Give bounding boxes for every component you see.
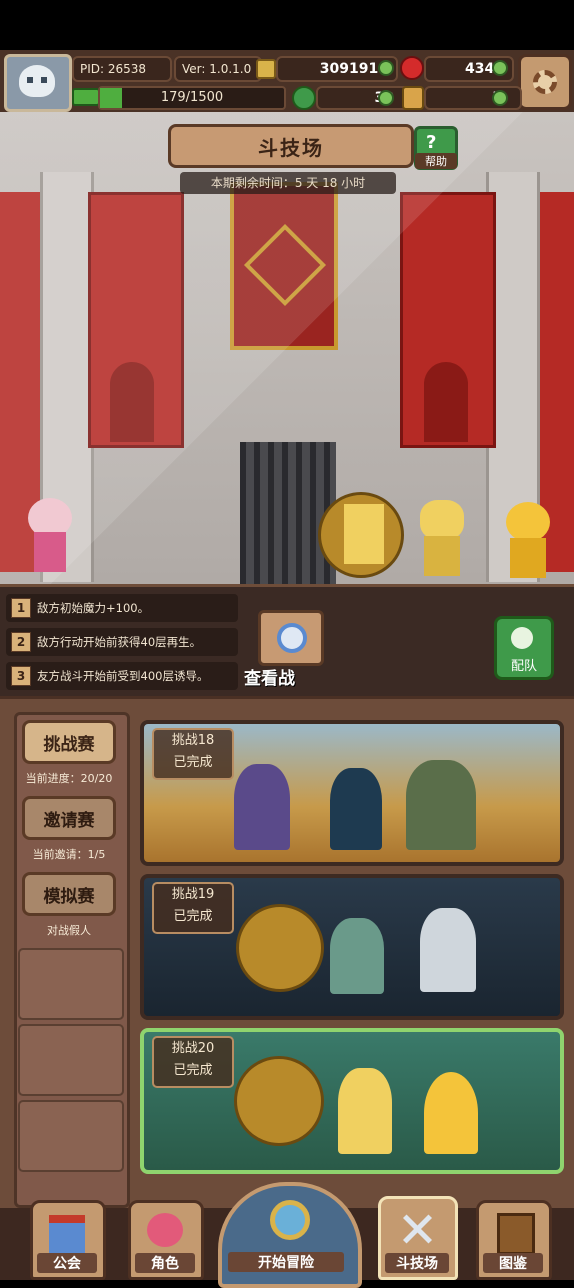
player-hud: PID: 26538 Ver: 1.0.1.0 3091916 4341 179… (0, 50, 574, 114)
rule-item: 2 敌方行动开始前获得40层再生。 (6, 628, 238, 656)
add-boost-icon[interactable] (492, 90, 508, 106)
rule-number: 3 (11, 666, 31, 686)
player-hero-sprite (18, 492, 82, 576)
nav-label: 图鉴 (483, 1253, 543, 1273)
team-icon (511, 627, 533, 649)
watch-battle-icon (258, 610, 324, 666)
nav-arena[interactable]: 斗技场 (378, 1196, 458, 1280)
enemy-sprite (420, 908, 476, 992)
challenge-card[interactable]: 挑战19 已完成 (140, 874, 564, 1020)
empty-slot (18, 948, 124, 1020)
nav-label: 公会 (37, 1253, 97, 1273)
rule-text: 友方战斗开始前受到400层诱导。 (37, 669, 209, 683)
nav-codex[interactable]: 图鉴 (476, 1200, 552, 1280)
rule-text: 敌方初始魔力+100。 (37, 601, 150, 615)
help-label: 帮助 (415, 153, 457, 169)
challenge-name: 挑战19 (171, 887, 215, 902)
enemy-sprite (234, 764, 290, 850)
challenge-status: 已完成 (173, 1063, 213, 1078)
simulation-mode-button[interactable]: 模拟赛 (22, 872, 116, 916)
stamina-bar: 179/1500 (98, 86, 286, 110)
settings-gear-icon[interactable] (518, 54, 572, 110)
question-icon: ? (426, 132, 437, 153)
invite-mode-button[interactable]: 邀请赛 (22, 796, 116, 840)
player-avatar[interactable] (4, 54, 72, 112)
guild-icon (49, 1215, 85, 1255)
challenge-card[interactable]: 挑战18 已完成 (140, 720, 564, 866)
character-icon (147, 1213, 183, 1247)
challenge-mode-button[interactable]: 挑战赛 (22, 720, 116, 764)
red-gem-icon (400, 56, 424, 80)
enemy-sprite (424, 1072, 478, 1154)
enemy-sprite-1 (318, 484, 404, 580)
enemy-sprite (406, 760, 476, 850)
challenge-status: 已完成 (173, 755, 213, 770)
enemy-sprite (330, 768, 382, 850)
challenge-tag: 挑战19 已完成 (152, 882, 234, 934)
team-label: 配队 (510, 659, 537, 674)
help-button[interactable]: ? 帮助 (414, 126, 458, 170)
watch-battle-button[interactable]: 查看战 (238, 604, 342, 689)
season-timer: 本期剩余时间：5 天 18 小时 (180, 172, 396, 194)
nav-label: 斗技场 (385, 1253, 449, 1273)
magnifier-icon (270, 1200, 310, 1240)
enemy-sprite (338, 1068, 392, 1154)
challenge-name: 挑战20 (171, 1041, 215, 1056)
simulation-caption: 对战假人 (47, 924, 91, 937)
enemy-sprite (236, 904, 324, 992)
rule-text: 敌方行动开始前获得40层再生。 (37, 635, 202, 649)
add-clover-icon[interactable] (378, 90, 394, 106)
add-gems-icon[interactable] (492, 60, 508, 76)
empty-slot (18, 1100, 124, 1172)
status-bar (0, 0, 574, 50)
challenge-status: 已完成 (173, 909, 213, 924)
clover-icon (292, 86, 316, 110)
version-label: Ver: 1.0.1.0 (174, 56, 262, 82)
challenge-tag: 挑战18 已完成 (152, 728, 234, 780)
watch-battle-label: 查看战 (244, 669, 295, 689)
empty-slot (18, 1024, 124, 1096)
rule-number: 2 (11, 632, 31, 652)
challenge-progress: 当前进度：20/20 (25, 772, 113, 785)
enemy-sprite (330, 918, 384, 994)
page-title: 斗技场 (168, 124, 414, 168)
challenge-tag: 挑战20 已完成 (152, 1036, 234, 1088)
add-gold-icon[interactable] (378, 60, 394, 76)
enemy-sprite-2 (412, 496, 472, 580)
challenge-name: 挑战18 (171, 733, 215, 748)
nav-guild[interactable]: 公会 (30, 1200, 106, 1280)
nav-label: 角色 (135, 1253, 195, 1273)
crossed-swords-icon (399, 1211, 435, 1247)
rule-number: 1 (11, 598, 31, 618)
rule-item: 3 友方战斗开始前受到400层诱导。 (6, 662, 238, 690)
boost-icon (402, 86, 424, 110)
clover-pill: 30 (316, 86, 414, 110)
nav-label: 开始冒险 (228, 1252, 344, 1272)
nav-character[interactable]: 角色 (128, 1200, 204, 1280)
gold-coin-icon (256, 59, 276, 79)
rule-item: 1 敌方初始魔力+100。 (6, 594, 238, 622)
team-setup-button[interactable]: 配队 (494, 616, 554, 680)
stamina-value: 179/1500 (160, 90, 224, 105)
challenge-card-selected[interactable]: 挑战20 已完成 (140, 1028, 564, 1174)
enemy-sprite (234, 1056, 324, 1146)
pid-label: PID: 26538 (72, 56, 172, 82)
book-icon (497, 1213, 535, 1255)
stamina-leaf-icon (72, 88, 100, 106)
invite-progress: 当前邀请：1/5 (32, 848, 106, 861)
enemy-sprite-3 (498, 500, 558, 580)
